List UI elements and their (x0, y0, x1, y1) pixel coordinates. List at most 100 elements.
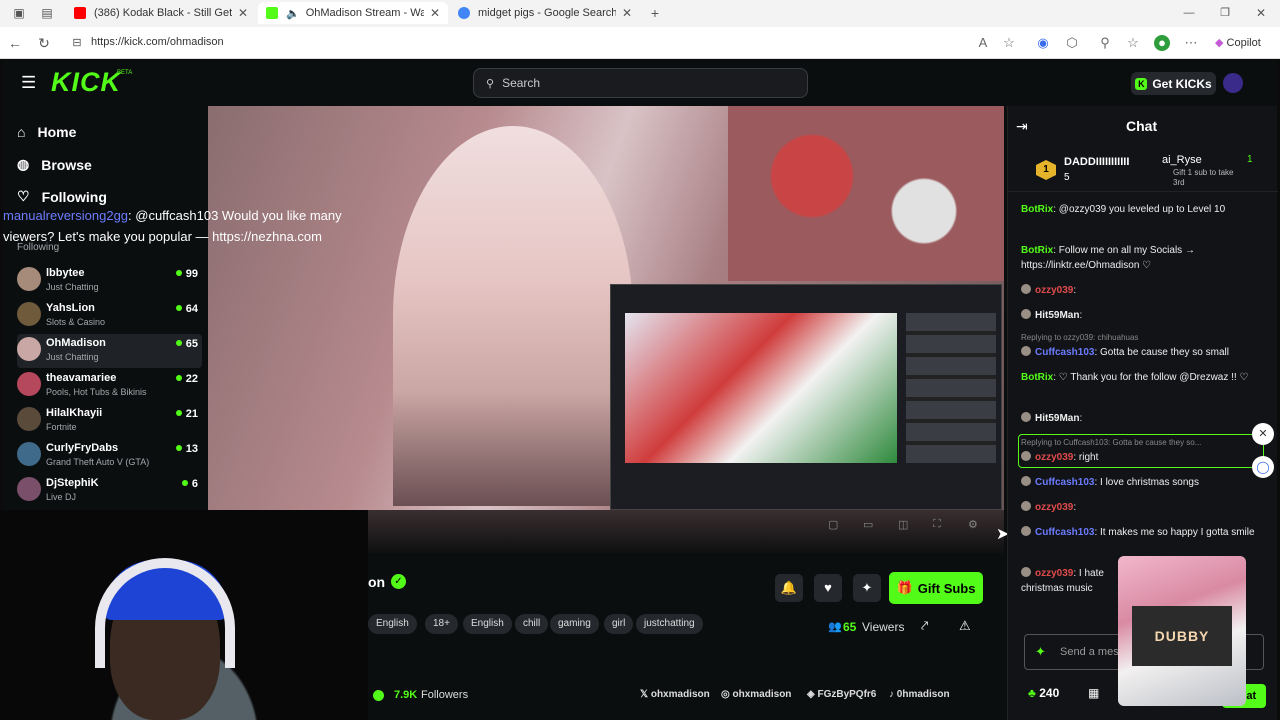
sidebar-channel[interactable]: lbbytee Just Chatting 99 (17, 264, 202, 298)
social-x[interactable]: 𝕏 ohxmadison (640, 689, 710, 700)
window-close-icon[interactable]: ✕ (1252, 4, 1270, 22)
avatar (1021, 284, 1031, 294)
close-icon[interactable]: ✕ (622, 6, 632, 20)
tab-kodak-black[interactable]: (386) Kodak Black - Still Get Charg ✕ (66, 2, 256, 24)
favorite-icon[interactable]: ☆ (1001, 35, 1017, 51)
avatar (1021, 476, 1031, 486)
extension-icon[interactable]: ⬡ (1064, 35, 1080, 51)
chat-text: : (1073, 502, 1077, 513)
tag[interactable]: justchatting (636, 614, 703, 634)
chat-username[interactable]: Cuffcash103 (1035, 347, 1094, 358)
chat-username[interactable]: BotRix (1021, 372, 1053, 383)
sidebar-channel[interactable]: YahsLion Slots & Casino 64 (17, 299, 202, 333)
sponsor-product: DUBBY (1132, 606, 1232, 666)
avatar[interactable] (1223, 73, 1243, 93)
avatar (17, 372, 41, 396)
tab-ohmadison[interactable]: 🔈 OhMadison Stream - Watch ✕ (258, 2, 448, 24)
sidebar-item-following[interactable]: ♡ Following (17, 188, 107, 205)
tab-actions-icon[interactable]: ▤ (38, 4, 56, 22)
close-icon[interactable]: ✕ (1252, 423, 1274, 445)
pip-icon[interactable]: ◫ (898, 518, 908, 531)
fullscreen-icon[interactable]: ⛶ (933, 518, 941, 531)
sidebar-item-browse[interactable]: ◍ Browse (17, 156, 92, 173)
tag[interactable]: English (368, 614, 417, 634)
read-aloud-icon[interactable]: A (975, 35, 991, 51)
sidebar-channel[interactable]: DjStephiK Live DJ 6 (17, 474, 202, 508)
profile-icon[interactable]: ● (1154, 35, 1170, 51)
social-instagram[interactable]: ◎ ohxmadison (721, 689, 791, 700)
gift-icon[interactable]: ▦ (1088, 686, 1099, 700)
tab-google-search[interactable]: midget pigs - Google Search ✕ (450, 2, 640, 24)
chat-username[interactable]: ozzy039 (1035, 452, 1073, 463)
social-discord[interactable]: ◈ FGzByPQfr6 (807, 689, 876, 700)
avatar (1021, 412, 1031, 422)
maximize-icon[interactable]: ❐ (1216, 4, 1234, 22)
chat-message: ozzy039: right (1021, 450, 1266, 465)
channel-points[interactable]: ♣ 240 (1028, 686, 1059, 700)
video-player[interactable] (208, 106, 1004, 510)
refresh-icon[interactable]: ↻ (35, 34, 53, 52)
site-info-icon[interactable]: ⊟ (68, 34, 86, 52)
kick-logo[interactable]: KICK (51, 67, 121, 98)
extension-icon[interactable]: ⚲ (1097, 35, 1113, 51)
tag[interactable]: chill (515, 614, 549, 634)
close-icon[interactable]: ✕ (430, 6, 440, 20)
chat-username[interactable]: ozzy039 (1035, 285, 1073, 296)
workspaces-icon[interactable]: ▣ (10, 4, 28, 22)
favorites-icon[interactable]: ☆ (1125, 35, 1141, 51)
more-icon[interactable]: ⋯ (1183, 35, 1199, 51)
tag[interactable]: girl (604, 614, 634, 634)
chat-bubble-icon[interactable]: ◯ (1252, 456, 1274, 478)
extension-icon[interactable]: ◉ (1035, 35, 1051, 51)
gift-subs-button[interactable]: 🎁 Gift Subs (889, 572, 983, 604)
tag[interactable]: English (463, 614, 512, 634)
home-icon: ⌂ (17, 124, 26, 140)
follow-button[interactable]: ♥ (814, 574, 842, 602)
notification-button[interactable]: 🔔 (775, 574, 803, 602)
social-tiktok[interactable]: ♪ 0hmadison (889, 689, 950, 700)
url-field[interactable]: https://kick.com/ohmadison (91, 36, 224, 48)
menu-icon[interactable]: ☰ (21, 73, 36, 93)
chat-username[interactable]: ozzy039 (1035, 568, 1073, 579)
search-icon: ⚲ (486, 77, 495, 90)
clip-icon[interactable]: ▢ (828, 518, 838, 531)
settings-icon[interactable]: ⚙ (968, 518, 978, 531)
share-clip-button[interactable]: ✦ (853, 574, 881, 602)
social-handle: 0hmadison (896, 689, 950, 700)
collapse-chat-icon[interactable]: ⇥ (1016, 118, 1028, 135)
gift-subs-label: Gift Subs (917, 580, 976, 596)
chat-username[interactable]: Hit59Man (1035, 310, 1079, 321)
sidebar-channel-active[interactable]: OhMadison Just Chatting 65 (17, 334, 202, 368)
search-input[interactable]: ⚲ Search (473, 68, 808, 98)
channel-name: lbbytee (46, 267, 85, 279)
get-kicks-button[interactable]: K Get KICKs (1131, 72, 1216, 95)
copilot-button[interactable]: ◆ Copilot (1215, 36, 1261, 49)
chat-username[interactable]: Cuffcash103 (1035, 527, 1094, 538)
back-icon[interactable]: ← (6, 34, 24, 52)
speaker-icon[interactable]: 🔈 (286, 7, 300, 20)
avatar (17, 337, 41, 361)
chat-username[interactable]: Cuffcash103 (1035, 477, 1094, 488)
chat-username[interactable]: BotRix (1021, 245, 1053, 256)
report-icon[interactable]: ⚠ (959, 618, 971, 634)
sidebar-channel[interactable]: CurlyFryDabs Grand Theft Auto V (GTA) 13 (17, 439, 202, 473)
close-icon[interactable]: ✕ (238, 6, 248, 20)
points-value: 240 (1039, 686, 1060, 700)
streamer-figure (393, 126, 633, 506)
tag[interactable]: 18+ (425, 614, 458, 634)
sidebar-item-home[interactable]: ⌂ Home (17, 124, 76, 140)
chat-username[interactable]: BotRix (1021, 204, 1053, 215)
minimize-icon[interactable]: — (1180, 4, 1198, 22)
chat-username[interactable]: Hit59Man (1035, 413, 1079, 424)
sidebar-channel[interactable]: HilalKhayii Fortnite 21 (17, 404, 202, 438)
tag[interactable]: gaming (550, 614, 599, 634)
share-icon[interactable]: ⤤ (921, 618, 928, 634)
chat-username[interactable]: ozzy039 (1035, 502, 1073, 513)
second-gifter-name: ai_Ryse (1162, 154, 1202, 166)
nav-label: Browse (41, 156, 92, 173)
theater-icon[interactable]: ▭ (863, 518, 873, 531)
sidebar-channel[interactable]: theavamariee Pools, Hot Tubs & Bikinis 2… (17, 369, 202, 403)
chat-message: Hit59Man: (1021, 411, 1266, 426)
new-tab-icon[interactable]: + (646, 4, 664, 22)
chat-text: : ♡ Thank you for the follow @Drezwaz !!… (1053, 372, 1249, 383)
